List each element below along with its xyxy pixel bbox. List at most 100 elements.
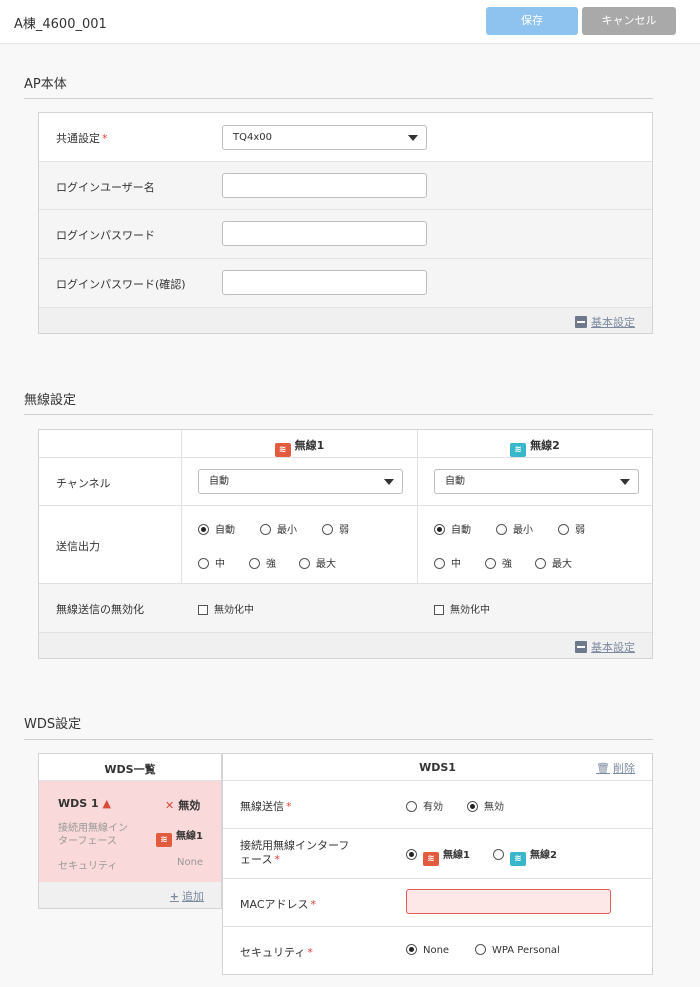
ap-section-divider — [24, 98, 653, 99]
ap-section-title: AP本体 — [24, 77, 67, 92]
basic-settings-label: 基本設定 — [591, 641, 635, 654]
wireless-section-title: 無線設定 — [24, 393, 77, 408]
plus-icon: + — [169, 890, 179, 903]
power2-radio-auto[interactable]: 自動 — [434, 521, 471, 536]
wds-security-wpa-radio[interactable]: WPA Personal — [475, 944, 560, 956]
wds-mac-input[interactable] — [406, 889, 611, 914]
wds-security-row: セキュリティ * None WPA Personal — [223, 927, 652, 974]
add-label: 追加 — [182, 890, 204, 903]
login-user-input[interactable] — [222, 173, 427, 198]
disable2-checkbox[interactable]: 無効化中 — [434, 601, 490, 616]
caret-down-icon — [384, 479, 394, 485]
radio-option-label: 有効 — [423, 802, 443, 813]
power2-radio-max[interactable]: 最大 — [535, 555, 572, 570]
radio-option-label: 無効 — [484, 802, 504, 813]
wireless-header-row: ≋ 無線1 ≋ 無線2 — [39, 430, 652, 458]
login-password-confirm-input[interactable] — [222, 270, 427, 295]
radio-icon — [485, 558, 496, 569]
login-password-input[interactable] — [222, 221, 427, 246]
wifi-icon: ≋ — [510, 443, 527, 457]
wds-list-item[interactable]: WDS 1 ▲ ✕ 無効 接続用無線インターフェース ≋ 無線1 セキュリティ No… — [39, 781, 221, 882]
radio2-header: 無線2 — [530, 439, 560, 452]
wds-if-label: 接続用無線インターフェース — [240, 839, 350, 866]
wireless-panel: ≋ 無線1 ≋ 無線2 チャンネル 自動 自動 送信出力 自動 最小 弱 中 強 最… — [38, 429, 653, 659]
wds-if-radio1[interactable]: ≋ 無線1 — [406, 846, 470, 866]
checkbox-icon — [434, 605, 444, 615]
power1-radio-min[interactable]: 最小 — [260, 521, 297, 536]
radio-icon — [260, 524, 271, 535]
top-bar: A棟_4600_001 保存 キャンセル — [0, 0, 700, 44]
ap-panel: 共通設定 * TQ4x00 ログインユーザー名 ログインパスワード ログインパスワ… — [38, 112, 653, 334]
channel2-value: 自動 — [445, 476, 465, 487]
common-setting-label: 共通設定 — [56, 132, 100, 145]
radio-option-label: 最小 — [513, 525, 533, 536]
radio-option-label: 中 — [215, 559, 225, 570]
delete-wds-link[interactable]: 🗑 削除 — [596, 760, 635, 776]
radio-option-label: 強 — [502, 559, 512, 570]
wds-item-status: 無効 — [178, 799, 201, 812]
wifi-icon: ≋ — [423, 852, 439, 866]
cancel-button[interactable]: キャンセル — [582, 7, 676, 35]
power1-radio-auto[interactable]: 自動 — [198, 521, 235, 536]
checkbox-icon — [198, 605, 208, 615]
radio-icon — [249, 558, 260, 569]
radio-icon — [434, 558, 445, 569]
radio-icon — [322, 524, 333, 535]
disable1-checkbox[interactable]: 無効化中 — [198, 601, 254, 616]
wds-item-security-label: セキュリティ — [58, 861, 118, 872]
power1-radio-mid[interactable]: 中 — [198, 555, 225, 570]
power1-radio-max[interactable]: 最大 — [299, 555, 336, 570]
radio-option-label: 無線2 — [530, 850, 557, 861]
radio-icon — [299, 558, 310, 569]
power1-radio-weak[interactable]: 弱 — [322, 521, 349, 536]
wds-list-header: WDS一覧 — [39, 754, 221, 781]
channel-row: チャンネル 自動 自動 — [39, 458, 652, 506]
common-setting-row: 共通設定 * TQ4x00 — [39, 113, 652, 162]
login-password-row: ログインパスワード — [39, 210, 652, 259]
power2-radio-weak[interactable]: 弱 — [558, 521, 585, 536]
radio-option-label: 強 — [266, 559, 276, 570]
wds-detail-panel: WDS1 🗑 削除 無線送信 * 有効 無効 接続用無線インターフェース * ≋ 無線1… — [222, 753, 653, 975]
checkbox-label: 無効化中 — [450, 605, 490, 616]
wds-tx-enable-radio[interactable]: 有効 — [406, 798, 443, 813]
disable-row: 無線送信の無効化 無効化中 無効化中 — [39, 584, 652, 633]
wds-tx-disable-radio[interactable]: 無効 — [467, 798, 504, 813]
power2-radio-mid[interactable]: 中 — [434, 555, 461, 570]
required-mark: * — [274, 853, 280, 866]
wds-if-radio2[interactable]: ≋ 無線2 — [493, 846, 557, 866]
wds-tx-label: 無線送信 — [240, 800, 284, 813]
common-setting-select[interactable]: TQ4x00 — [222, 125, 427, 150]
radio-selected-icon — [434, 524, 445, 535]
wds-security-none-radio[interactable]: None — [406, 944, 449, 956]
power1-radio-strong[interactable]: 強 — [249, 555, 276, 570]
wds-tx-row: 無線送信 * 有効 無効 — [223, 781, 652, 829]
radio-icon — [406, 801, 417, 812]
radio-option-label: 中 — [451, 559, 461, 570]
wds-item-if-label: 接続用無線インターフェース — [58, 823, 128, 847]
power2-radio-min[interactable]: 最小 — [496, 521, 533, 536]
required-mark: * — [102, 132, 108, 145]
basic-settings-link[interactable]: 基本設定 — [575, 639, 635, 655]
channel1-select[interactable]: 自動 — [198, 469, 403, 494]
add-wds-link[interactable]: + 追加 — [170, 888, 204, 904]
common-setting-value: TQ4x00 — [233, 132, 272, 143]
radio-option-label: 無線1 — [443, 850, 470, 861]
wds-item-if-value: 無線1 — [176, 831, 203, 842]
required-mark: * — [286, 800, 292, 813]
collapse-icon — [575, 641, 587, 653]
radio-icon — [475, 944, 486, 955]
power-label: 送信出力 — [56, 540, 100, 553]
wds-if-row: 接続用無線インターフェース * ≋ 無線1 ≋ 無線2 — [223, 829, 652, 879]
caret-down-icon — [620, 479, 630, 485]
ap-panel-footer: 基本設定 — [39, 308, 652, 333]
power2-radio-strong[interactable]: 強 — [485, 555, 512, 570]
radio-option-label: 最大 — [552, 559, 572, 570]
radio-option-label: 自動 — [215, 525, 235, 536]
save-button[interactable]: 保存 — [486, 7, 578, 35]
channel2-select[interactable]: 自動 — [434, 469, 639, 494]
caret-down-icon — [408, 135, 418, 141]
checkbox-label: 無効化中 — [214, 605, 254, 616]
warning-icon: ▲ — [102, 797, 111, 810]
basic-settings-link[interactable]: 基本設定 — [575, 314, 635, 330]
wireless-panel-footer: 基本設定 — [39, 633, 652, 658]
